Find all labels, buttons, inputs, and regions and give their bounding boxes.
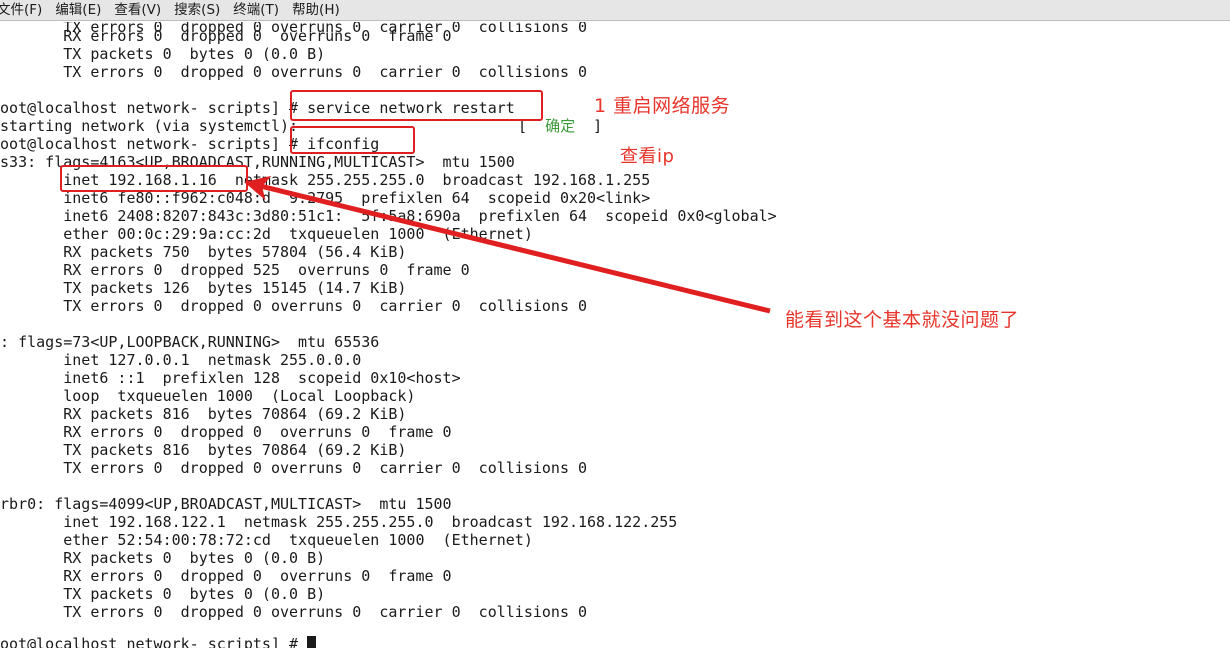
terminal-line-ens33-tx-errors: TX errors 0 dropped 0 overruns 0 carrier… bbox=[0, 297, 588, 315]
terminal-line-lo-inet6: inet6 ::1 prefixlen 128 scopeid 0x10<hos… bbox=[0, 369, 461, 387]
annotation-check-ip: 查看ip bbox=[620, 146, 675, 167]
terminal-line-virbr0-tx-packets: TX packets 0 bytes 0 (0.0 B) bbox=[0, 585, 326, 603]
systemctl-status: [ 确定 ] bbox=[518, 117, 602, 135]
terminal-line: RX errors 0 dropped 0 overruns 0 frame 0 bbox=[0, 27, 452, 45]
terminal-line-virbr0-ether: ether 52:54:00:78:72:cd txqueuelen 1000 … bbox=[0, 531, 533, 549]
status-bracket-open: [ bbox=[518, 117, 528, 135]
terminal-line: TX errors 0 dropped 0 overruns 0 carrier… bbox=[0, 63, 588, 81]
terminal-prompt-line: root@localhost network- scripts] # bbox=[0, 635, 317, 648]
terminal-line-ens33-inet6-global: inet6 2408:8207:843c:3d80:51c1: 5f:5a8:6… bbox=[0, 207, 777, 225]
annotation-all-good: 能看到这个基本就没问题了 bbox=[785, 309, 1020, 331]
terminal-line-virbr0-flags: irbr0: flags=4099<UP,BROADCAST,MULTICAST… bbox=[0, 495, 452, 513]
terminal-line-lo-flags: o: flags=73<UP,LOOPBACK,RUNNING> mtu 655… bbox=[0, 333, 380, 351]
terminal-line-command-ifconfig: root@localhost network- scripts] # ifcon… bbox=[0, 135, 380, 153]
status-ok-label: 确定 bbox=[545, 117, 576, 135]
menu-view[interactable]: 查看(V) bbox=[114, 0, 174, 20]
terminal-line: TX packets 0 bytes 0 (0.0 B) bbox=[0, 45, 326, 63]
prompt-text: root@localhost network- scripts] # bbox=[0, 635, 308, 648]
menu-bar: 文件(F) 编辑(E) 查看(V) 搜索(S) 终端(T) 帮助(H) bbox=[0, 0, 1230, 21]
terminal-line-command-restart: root@localhost network- scripts] # servi… bbox=[0, 99, 515, 117]
menu-terminal[interactable]: 终端(T) bbox=[233, 0, 292, 20]
status-bracket-close: ] bbox=[593, 117, 603, 135]
menu-file[interactable]: 文件(F) bbox=[0, 0, 55, 20]
terminal-line-lo-rx-packets: RX packets 816 bytes 70864 (69.2 KiB) bbox=[0, 405, 407, 423]
terminal-line-lo-loop: loop txqueuelen 1000 (Local Loopback) bbox=[0, 387, 416, 405]
terminal-line-virbr0-rx-errors: RX errors 0 dropped 0 overruns 0 frame 0 bbox=[0, 567, 452, 585]
menu-edit[interactable]: 编辑(E) bbox=[55, 0, 114, 20]
menu-search[interactable]: 搜索(S) bbox=[174, 0, 233, 20]
terminal-line-ens33-tx-packets: TX packets 126 bytes 15145 (14.7 KiB) bbox=[0, 279, 407, 297]
terminal-line-lo-tx-packets: TX packets 816 bytes 70864 (69.2 KiB) bbox=[0, 441, 407, 459]
terminal-line-ens33-rx-errors: RX errors 0 dropped 525 overruns 0 frame… bbox=[0, 261, 470, 279]
terminal-line-ens33-ether: ether 00:0c:29:9a:cc:2d txqueuelen 1000 … bbox=[0, 225, 533, 243]
terminal-line-restarting: estarting network (via systemctl): bbox=[0, 117, 299, 135]
terminal-line-virbr0-rx-packets: RX packets 0 bytes 0 (0.0 B) bbox=[0, 549, 326, 567]
terminal-line-ens33-flags: ns33: flags=4163<UP,BROADCAST,RUNNING,MU… bbox=[0, 153, 515, 171]
terminal-line-ens33-inet: inet 192.168.1.16 netmask 255.255.255.0 … bbox=[0, 171, 651, 189]
terminal-line-lo-inet: inet 127.0.0.1 netmask 255.0.0.0 bbox=[0, 351, 362, 369]
text-cursor bbox=[307, 636, 317, 648]
terminal-line-ens33-inet6-link: inet6 fe80::f962:c048:d 9:2795 prefixlen… bbox=[0, 189, 651, 207]
terminal-line-lo-rx-errors: RX errors 0 dropped 0 overruns 0 frame 0 bbox=[0, 423, 452, 441]
annotation-restart-service: 1 重启网络服务 bbox=[594, 95, 731, 117]
terminal-line-ens33-rx-packets: RX packets 750 bytes 57804 (56.4 KiB) bbox=[0, 243, 407, 261]
terminal-line-virbr0-inet: inet 192.168.122.1 netmask 255.255.255.0… bbox=[0, 513, 678, 531]
menu-help[interactable]: 帮助(H) bbox=[292, 0, 353, 20]
terminal-line-lo-tx-errors: TX errors 0 dropped 0 overruns 0 carrier… bbox=[0, 459, 588, 477]
terminal-line-virbr0-tx-errors: TX errors 0 dropped 0 overruns 0 carrier… bbox=[0, 603, 588, 621]
